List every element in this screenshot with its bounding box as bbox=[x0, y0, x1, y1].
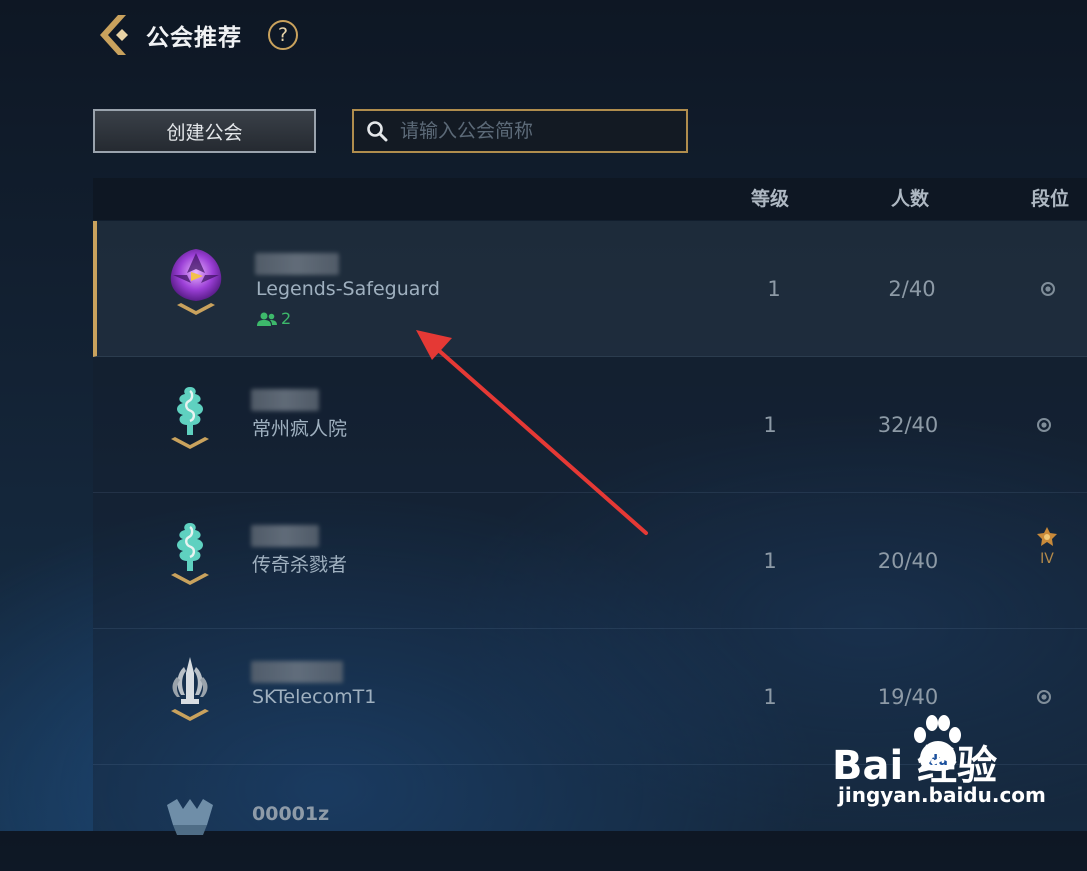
rank-icon bbox=[1037, 418, 1051, 432]
guild-name: Legends-Safeguard bbox=[256, 278, 440, 300]
watermark-url: jingyan.baidu.com bbox=[838, 783, 1046, 807]
page-title: 公会推荐 bbox=[146, 25, 242, 51]
column-header-rank: 段位 bbox=[1030, 188, 1070, 210]
guild-members: 20/40 bbox=[877, 549, 939, 573]
members-icon bbox=[257, 312, 277, 326]
guild-name: SKTelecomT1 bbox=[252, 686, 377, 708]
guild-level: 1 bbox=[763, 549, 777, 573]
guild-emblem-icon bbox=[170, 249, 222, 315]
guild-row[interactable]: 传奇杀戮者 1 20/40 IV bbox=[93, 493, 1087, 629]
baidu-watermark: du Bai 经验 jingyan.baidu.com bbox=[832, 713, 1082, 823]
guild-emblem-icon bbox=[171, 523, 209, 585]
guild-emblem-icon bbox=[171, 387, 209, 449]
online-members: 2 bbox=[257, 309, 291, 328]
rank-icon bbox=[1037, 690, 1051, 704]
rank-icon bbox=[1037, 527, 1057, 546]
guild-name-blurred bbox=[251, 389, 319, 411]
online-count: 2 bbox=[281, 309, 292, 328]
guild-name-blurred bbox=[251, 661, 343, 683]
guild-members: 2/40 bbox=[888, 277, 936, 301]
help-icon: ? bbox=[277, 24, 289, 46]
guild-emblem-icon bbox=[167, 799, 213, 835]
search-box[interactable] bbox=[352, 109, 688, 153]
create-guild-button[interactable]: 创建公会 bbox=[93, 109, 316, 153]
guild-row[interactable]: 常州疯人院 1 32/40 bbox=[93, 357, 1087, 493]
column-header-members: 人数 bbox=[890, 188, 930, 210]
column-header-level: 等级 bbox=[750, 188, 790, 210]
guild-name-blurred bbox=[251, 525, 319, 547]
back-button[interactable] bbox=[92, 13, 132, 57]
guild-members: 32/40 bbox=[877, 413, 939, 437]
table-header: 等级 人数 段位 bbox=[93, 178, 1087, 220]
guild-level: 1 bbox=[767, 277, 781, 301]
search-icon bbox=[367, 121, 388, 142]
guild-name: 传奇杀戮者 bbox=[252, 554, 348, 576]
guild-name-blurred bbox=[255, 253, 339, 275]
guild-name: 常州疯人院 bbox=[252, 418, 348, 440]
search-input[interactable] bbox=[398, 119, 672, 143]
back-chevron-icon bbox=[100, 15, 128, 55]
guild-level: 1 bbox=[763, 413, 777, 437]
guild-row[interactable]: Legends-Safeguard 2 1 2/40 bbox=[93, 221, 1087, 357]
rank-tier-label: IV bbox=[1040, 551, 1054, 567]
page-header: 公会推荐 ? bbox=[92, 12, 298, 58]
guild-emblem-icon bbox=[171, 657, 209, 721]
rank-icon bbox=[1041, 282, 1055, 296]
help-button[interactable]: ? bbox=[268, 20, 298, 50]
guild-name: 00001z bbox=[252, 803, 330, 825]
guild-level: 1 bbox=[763, 685, 777, 709]
rank-badge: IV bbox=[1027, 525, 1067, 567]
